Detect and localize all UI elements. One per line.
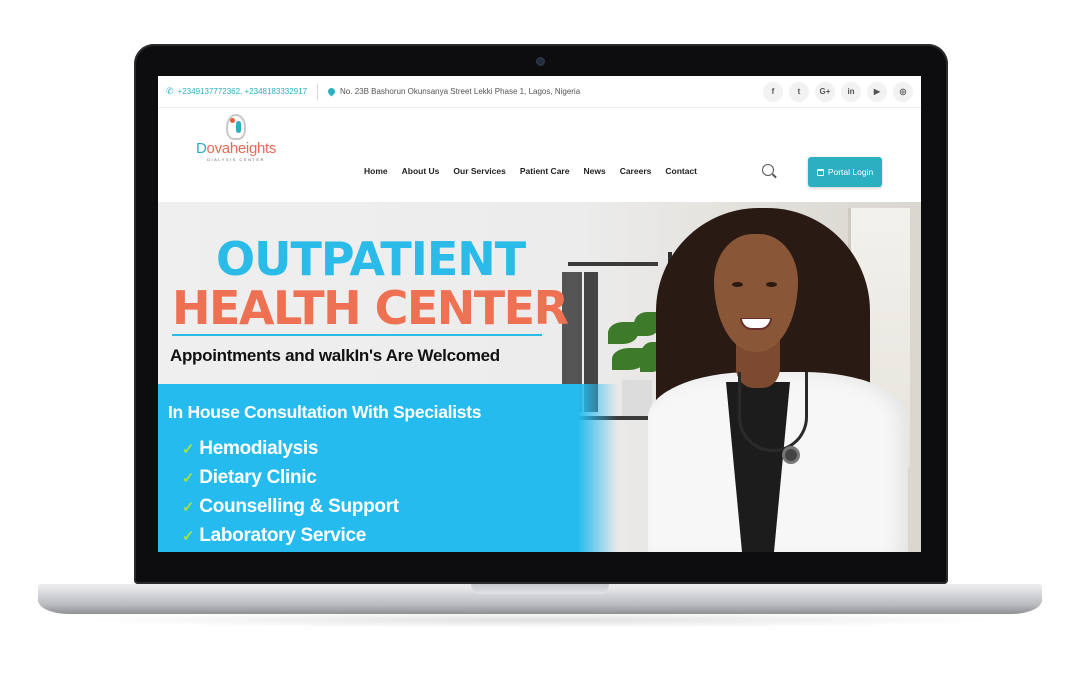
youtube-icon[interactable]: ▶ <box>867 81 887 102</box>
consultation-title: In House Consultation With Specialists <box>168 402 482 422</box>
facebook-icon[interactable]: f <box>763 81 783 102</box>
linkedin-icon[interactable]: in <box>841 81 861 102</box>
consultation-panel-fade <box>578 384 618 552</box>
logo-name: Dovaheights <box>196 140 277 157</box>
phone-icon: ✆ <box>166 86 174 96</box>
site-logo[interactable]: Dovaheights DIALYSIS CENTER <box>196 114 276 162</box>
laptop-screen: ✆ +2349137772362, +2348183332917 No. 23B… <box>158 76 921 552</box>
list-item: ✓ Laboratory Service <box>182 521 399 550</box>
eye <box>732 282 743 287</box>
hero-subtitle: Appointments and walkIn's Are Welcomed <box>170 346 500 365</box>
plant-pot <box>622 380 652 416</box>
hero-underline <box>172 334 542 336</box>
check-icon: ✓ <box>182 440 195 458</box>
service-label: Laboratory Service <box>199 524 367 546</box>
service-label: Counselling & Support <box>199 495 399 517</box>
shelf <box>568 262 658 266</box>
portal-login-label: Portal Login <box>827 167 874 177</box>
nav-about-us[interactable]: About Us <box>402 166 440 176</box>
address-text: No. 23B Bashorun Okunsanya Street Lekki … <box>340 87 581 96</box>
smile <box>740 318 772 330</box>
service-label: Dietary Clinic <box>199 466 317 488</box>
site-header: Dovaheights DIALYSIS CENTER Home About U… <box>158 108 921 229</box>
nav-news[interactable]: News <box>583 166 605 176</box>
main-nav: Home About Us Our Services Patient Care … <box>364 166 697 176</box>
instagram-icon[interactable]: ◎ <box>893 81 913 102</box>
portal-login-button[interactable]: Portal Login <box>808 157 882 187</box>
divider <box>317 83 319 100</box>
search-icon[interactable] <box>762 164 774 176</box>
social-links: f t G+ in ▶ ◎ <box>763 81 913 102</box>
list-item: ✓ Dietary Clinic <box>182 463 399 492</box>
address: No. 23B Bashorun Okunsanya Street Lekki … <box>326 86 581 97</box>
phone-numbers[interactable]: +2349137772362, +2348183332917 <box>178 87 307 96</box>
logo-emblem-icon <box>226 114 246 140</box>
laptop-base <box>38 584 1042 614</box>
laptop-notch <box>471 584 609 594</box>
stethoscope-icon <box>738 372 808 452</box>
nav-patient-care[interactable]: Patient Care <box>520 166 570 176</box>
logo-tagline: DIALYSIS CENTER <box>207 157 265 162</box>
check-icon: ✓ <box>182 498 195 516</box>
google-plus-icon[interactable]: G+ <box>815 81 835 102</box>
eye <box>766 282 777 287</box>
stethoscope-bell <box>782 446 800 464</box>
phone-contact[interactable]: ✆ +2349137772362, +2348183332917 <box>166 86 307 97</box>
nav-our-services[interactable]: Our Services <box>453 166 505 176</box>
check-icon: ✓ <box>182 469 195 487</box>
nav-careers[interactable]: Careers <box>620 166 652 176</box>
calendar-icon <box>816 168 824 176</box>
twitter-icon[interactable]: t <box>789 81 809 102</box>
nav-home[interactable]: Home <box>364 166 388 176</box>
list-item: ✓ Counselling & Support <box>182 492 399 521</box>
check-icon: ✓ <box>182 527 195 545</box>
service-label: Hemodialysis <box>199 437 319 459</box>
laptop-shadow <box>70 612 1010 628</box>
top-bar: ✆ +2349137772362, +2348183332917 No. 23B… <box>158 76 921 108</box>
services-list: ✓ Hemodialysis ✓ Dietary Clinic ✓ Counse… <box>182 434 399 550</box>
webcam <box>536 57 545 66</box>
hero-title-line2: HEALTH CENTER <box>172 281 569 335</box>
hero-banner: OUTPATIENT HEALTH CENTER Appointments an… <box>158 202 921 552</box>
location-pin-icon <box>326 86 337 97</box>
consultation-panel: In House Consultation With Specialists ✓… <box>158 384 578 552</box>
nav-contact[interactable]: Contact <box>665 166 697 176</box>
list-item: ✓ Hemodialysis <box>182 434 399 463</box>
hero-title-line1: OUTPATIENT <box>216 232 526 286</box>
